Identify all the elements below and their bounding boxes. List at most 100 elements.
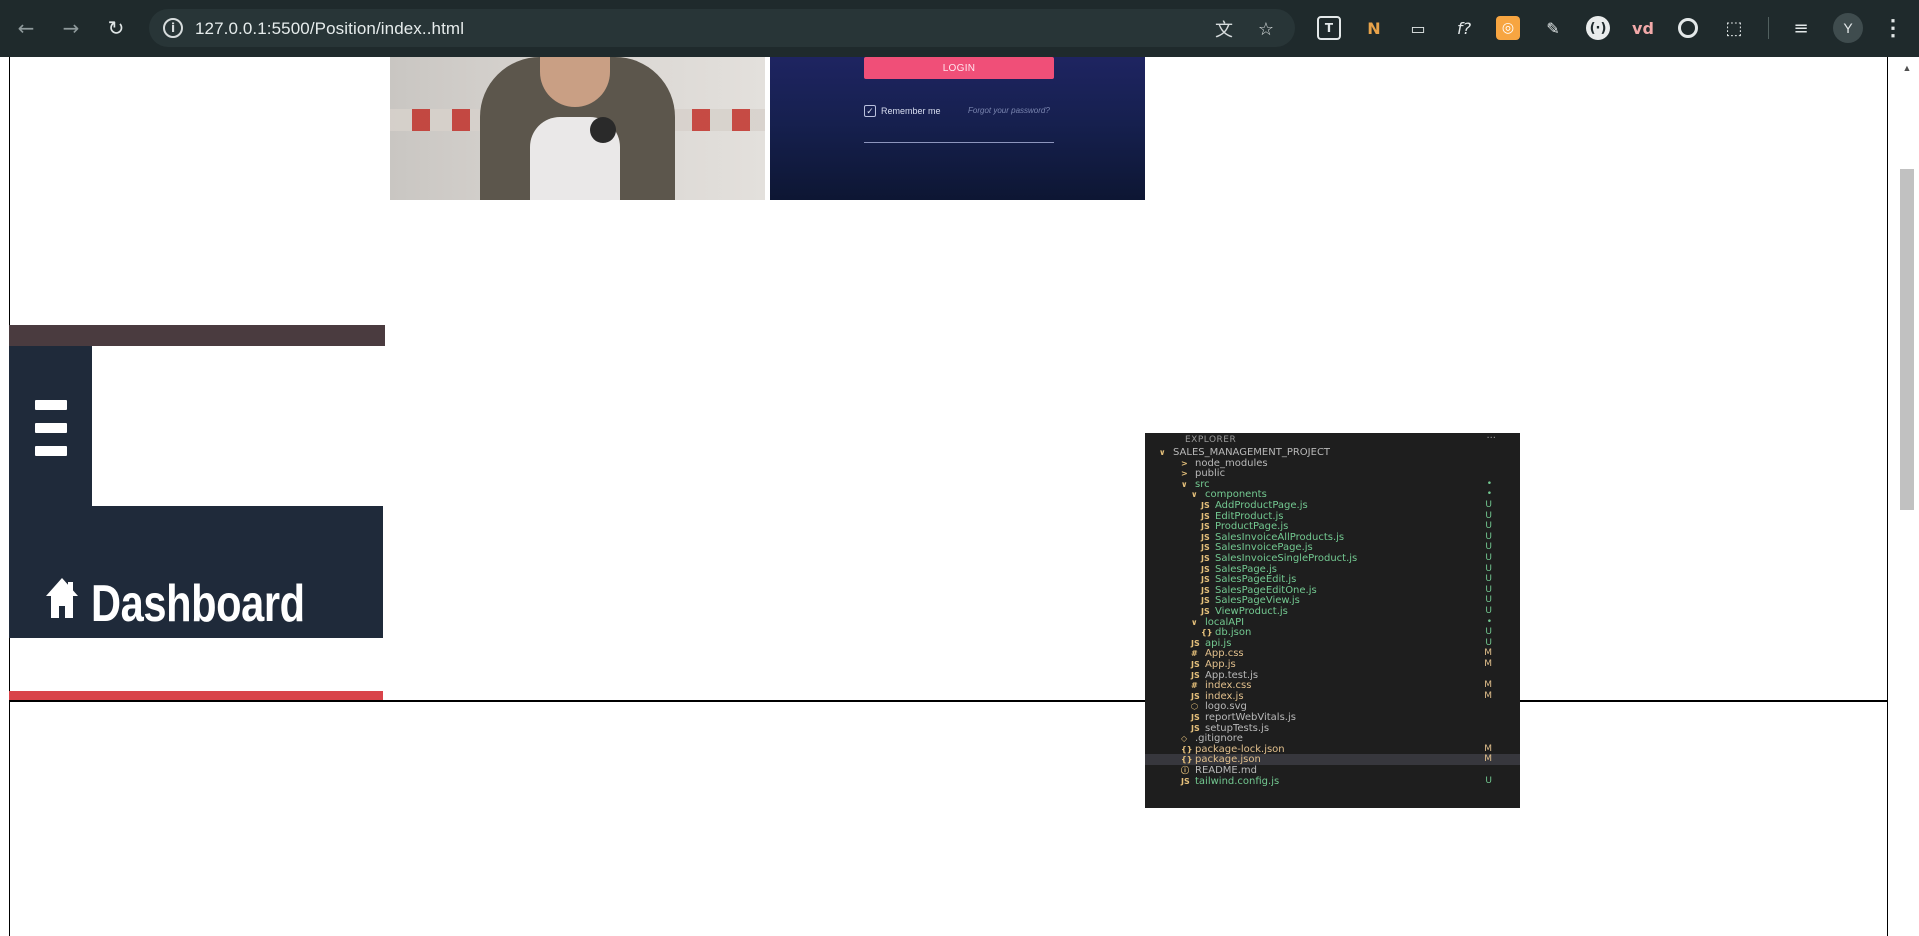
explorer-row: JS SalesInvoicePage.js U bbox=[1145, 542, 1520, 553]
file-type-icon: JS bbox=[1191, 723, 1200, 733]
explorer-row: JS index.js M bbox=[1145, 691, 1520, 702]
hamburger-menu-icon bbox=[35, 400, 67, 456]
git-status: • bbox=[1486, 616, 1492, 627]
explorer-row: JS EditProduct.js U bbox=[1145, 511, 1520, 522]
extension-n-icon[interactable]: N bbox=[1362, 16, 1386, 40]
browser-toolbar: ← → ↻ i 127.0.0.1:5500/Position/index..h… bbox=[0, 0, 1919, 57]
explorer-row: {} db.json U bbox=[1145, 627, 1520, 638]
file-type-icon: ◇ bbox=[1181, 734, 1188, 744]
file-name: setupTests.js bbox=[1205, 722, 1270, 734]
file-name: tailwind.config.js bbox=[1195, 775, 1280, 787]
file-type-icon: JS bbox=[1201, 522, 1210, 532]
file-type-icon: ∨ bbox=[1191, 490, 1198, 500]
git-status: U bbox=[1485, 574, 1492, 585]
forward-button[interactable]: → bbox=[57, 14, 85, 42]
git-status: U bbox=[1485, 637, 1492, 648]
extensions-puzzle-icon[interactable]: ⬚ bbox=[1722, 16, 1746, 40]
file-type-icon: ∨ bbox=[1181, 479, 1188, 489]
address-bar[interactable]: i 127.0.0.1:5500/Position/index..html 文 … bbox=[149, 9, 1295, 47]
horizontal-rule bbox=[9, 700, 1887, 702]
file-type-icon: JS bbox=[1201, 575, 1210, 585]
git-status: M bbox=[1484, 659, 1492, 669]
git-status: M bbox=[1484, 648, 1492, 659]
extension-image-icon[interactable]: ▭ bbox=[1406, 16, 1430, 40]
file-name: node_modules bbox=[1195, 457, 1268, 469]
browser-menu-icon[interactable]: ⋮ bbox=[1880, 14, 1906, 42]
file-name: logo.svg bbox=[1205, 701, 1247, 713]
git-status: • bbox=[1486, 489, 1492, 500]
explorer-row: ⓘ README.md bbox=[1145, 765, 1520, 776]
page-content: LOGIN ✓ Remember me Forgot your password… bbox=[0, 57, 1919, 936]
git-status: U bbox=[1485, 553, 1492, 563]
dashboard-top-bar bbox=[9, 325, 385, 346]
white-block bbox=[92, 346, 383, 506]
extension-vd-icon[interactable]: vd bbox=[1631, 16, 1655, 40]
file-type-icon: {} bbox=[1201, 628, 1213, 638]
file-type-icon: {} bbox=[1181, 755, 1193, 765]
extension-circle-icon[interactable]: (·) bbox=[1586, 16, 1610, 40]
page-border-right bbox=[1887, 57, 1888, 936]
file-type-icon: JS bbox=[1201, 554, 1210, 563]
reload-button[interactable]: ↻ bbox=[102, 14, 130, 42]
git-status: M bbox=[1484, 680, 1492, 691]
explorer-row: JS tailwind.config.js U bbox=[1145, 776, 1520, 787]
input-underline bbox=[864, 142, 1054, 143]
remember-me-label: Remember me bbox=[881, 106, 941, 116]
file-name: AddProductPage.js bbox=[1215, 500, 1308, 511]
file-name: ViewProduct.js bbox=[1215, 606, 1288, 617]
forgot-password-label: Forgot your password? bbox=[968, 106, 1050, 115]
scroll-up-icon[interactable]: ▲ bbox=[1901, 63, 1913, 73]
git-status: M bbox=[1484, 754, 1492, 765]
file-type-icon: JS bbox=[1181, 776, 1190, 786]
file-type-icon: JS bbox=[1191, 638, 1200, 648]
extension-orange-icon[interactable]: ◎ bbox=[1496, 16, 1520, 40]
translate-icon[interactable]: 文 bbox=[1213, 18, 1235, 41]
page-scrollbar[interactable]: ▲ bbox=[1895, 57, 1919, 936]
git-status: M bbox=[1484, 743, 1492, 754]
file-name: index.css bbox=[1205, 680, 1252, 692]
explorer-row: {} package-lock.json M bbox=[1145, 744, 1520, 755]
file-type-icon: JS bbox=[1201, 543, 1210, 553]
site-info-icon[interactable]: i bbox=[163, 18, 183, 38]
git-status: U bbox=[1485, 627, 1492, 638]
file-type-icon: # bbox=[1191, 681, 1198, 691]
file-type-icon: JS bbox=[1201, 607, 1210, 616]
scrollbar-thumb[interactable] bbox=[1900, 169, 1914, 510]
file-type-icon: JS bbox=[1191, 670, 1200, 680]
git-status: U bbox=[1485, 595, 1492, 606]
file-type-icon: JS bbox=[1201, 564, 1210, 574]
file-type-icon: JS bbox=[1191, 691, 1200, 701]
media-queue-icon[interactable]: ≡ bbox=[1789, 16, 1813, 40]
file-type-icon: JS bbox=[1201, 511, 1210, 521]
profile-avatar[interactable]: Y bbox=[1833, 13, 1863, 43]
file-name: package-lock.json bbox=[1195, 743, 1285, 755]
arrow-right-icon: → bbox=[62, 16, 80, 40]
explorer-row: ∨ localAPI • bbox=[1145, 617, 1520, 628]
extension-font-icon[interactable]: f? bbox=[1452, 16, 1476, 40]
explorer-row: {} package.json M bbox=[1145, 754, 1520, 766]
explorer-row: # index.css M bbox=[1145, 680, 1520, 691]
file-type-icon: JS bbox=[1201, 596, 1210, 606]
explorer-header: EXPLORER bbox=[1185, 435, 1237, 445]
explorer-row: ⬡ logo.svg bbox=[1145, 701, 1520, 712]
eyedropper-icon[interactable]: ✎ bbox=[1541, 16, 1565, 40]
bookmark-star-icon[interactable]: ☆ bbox=[1255, 18, 1277, 40]
explorer-row: # App.css M bbox=[1145, 648, 1520, 659]
file-name: components bbox=[1205, 489, 1267, 501]
login-card-image: LOGIN ✓ Remember me Forgot your password… bbox=[770, 57, 1145, 200]
file-name: README.md bbox=[1195, 765, 1258, 776]
explorer-row: JS SalesPageView.js U bbox=[1145, 595, 1520, 606]
file-type-icon: JS bbox=[1201, 585, 1210, 595]
explorer-row: JS ProductPage.js U bbox=[1145, 521, 1520, 532]
file-type-icon: # bbox=[1191, 649, 1198, 659]
file-explorer-image: EXPLORER ··· ∨ SALES_MANAGEMENT_PROJECT > n… bbox=[1145, 433, 1520, 808]
file-type-icon: ⓘ bbox=[1181, 766, 1189, 775]
dashboard-label: Dashboard bbox=[91, 575, 305, 633]
home-icon bbox=[46, 578, 78, 618]
url-text[interactable]: 127.0.0.1:5500/Position/index..html bbox=[195, 19, 464, 39]
back-button[interactable]: ← bbox=[12, 14, 40, 42]
extension-ring-icon[interactable] bbox=[1678, 18, 1698, 38]
file-name: SalesPageEdit.js bbox=[1215, 574, 1297, 586]
extension-t-icon[interactable]: T bbox=[1317, 16, 1341, 40]
file-name: .gitignore bbox=[1195, 733, 1243, 745]
